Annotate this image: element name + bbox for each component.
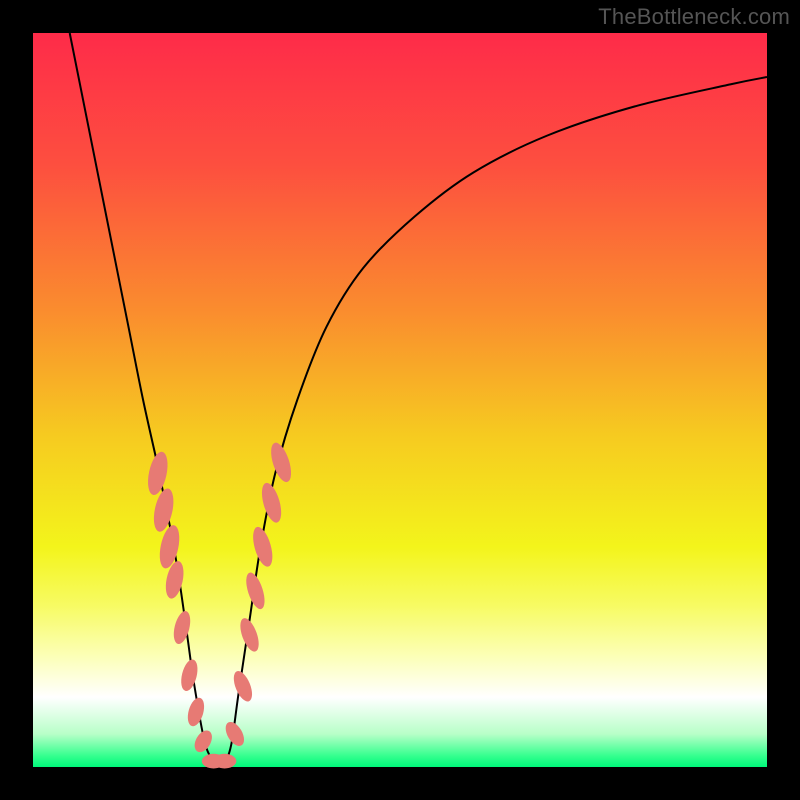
watermark-text: TheBottleneck.com (598, 4, 790, 30)
bottleneck-curve (70, 33, 767, 766)
curve-marker (237, 616, 263, 654)
curve-marker (178, 658, 200, 693)
curve-marker (213, 754, 236, 769)
curve-marker (171, 609, 193, 645)
curve-marker (230, 669, 256, 704)
chart-svg (33, 33, 767, 767)
chart-frame: TheBottleneck.com (0, 0, 800, 800)
plot-area (33, 33, 767, 767)
curve-marker (249, 525, 276, 569)
curve-marker (243, 570, 269, 611)
curve-marker (185, 696, 207, 728)
curve-marker (267, 440, 295, 484)
curve-marker (191, 727, 215, 755)
curve-marker (258, 481, 285, 525)
